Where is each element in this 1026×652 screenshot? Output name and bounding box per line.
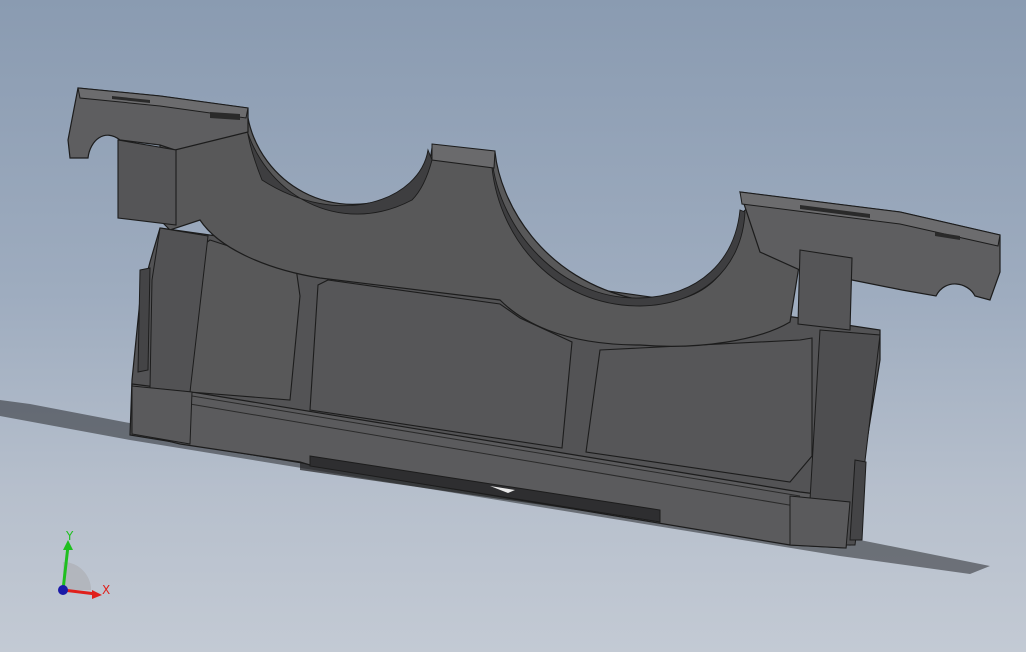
triad-z-axis: [58, 585, 68, 595]
right-boss: [797, 249, 853, 331]
graphics-viewport[interactable]: Y X: [0, 0, 1026, 652]
left-boss: [117, 139, 177, 226]
3d-model-view[interactable]: [0, 0, 1026, 652]
left-side-boss: [137, 267, 151, 373]
triad-x-arrowhead: [92, 590, 102, 599]
left-foot: [131, 385, 193, 445]
right-foot: [789, 495, 851, 549]
triad-y-label: Y: [65, 529, 74, 543]
axis-triad: Y X: [58, 529, 110, 599]
triad-x-label: X: [102, 583, 110, 597]
